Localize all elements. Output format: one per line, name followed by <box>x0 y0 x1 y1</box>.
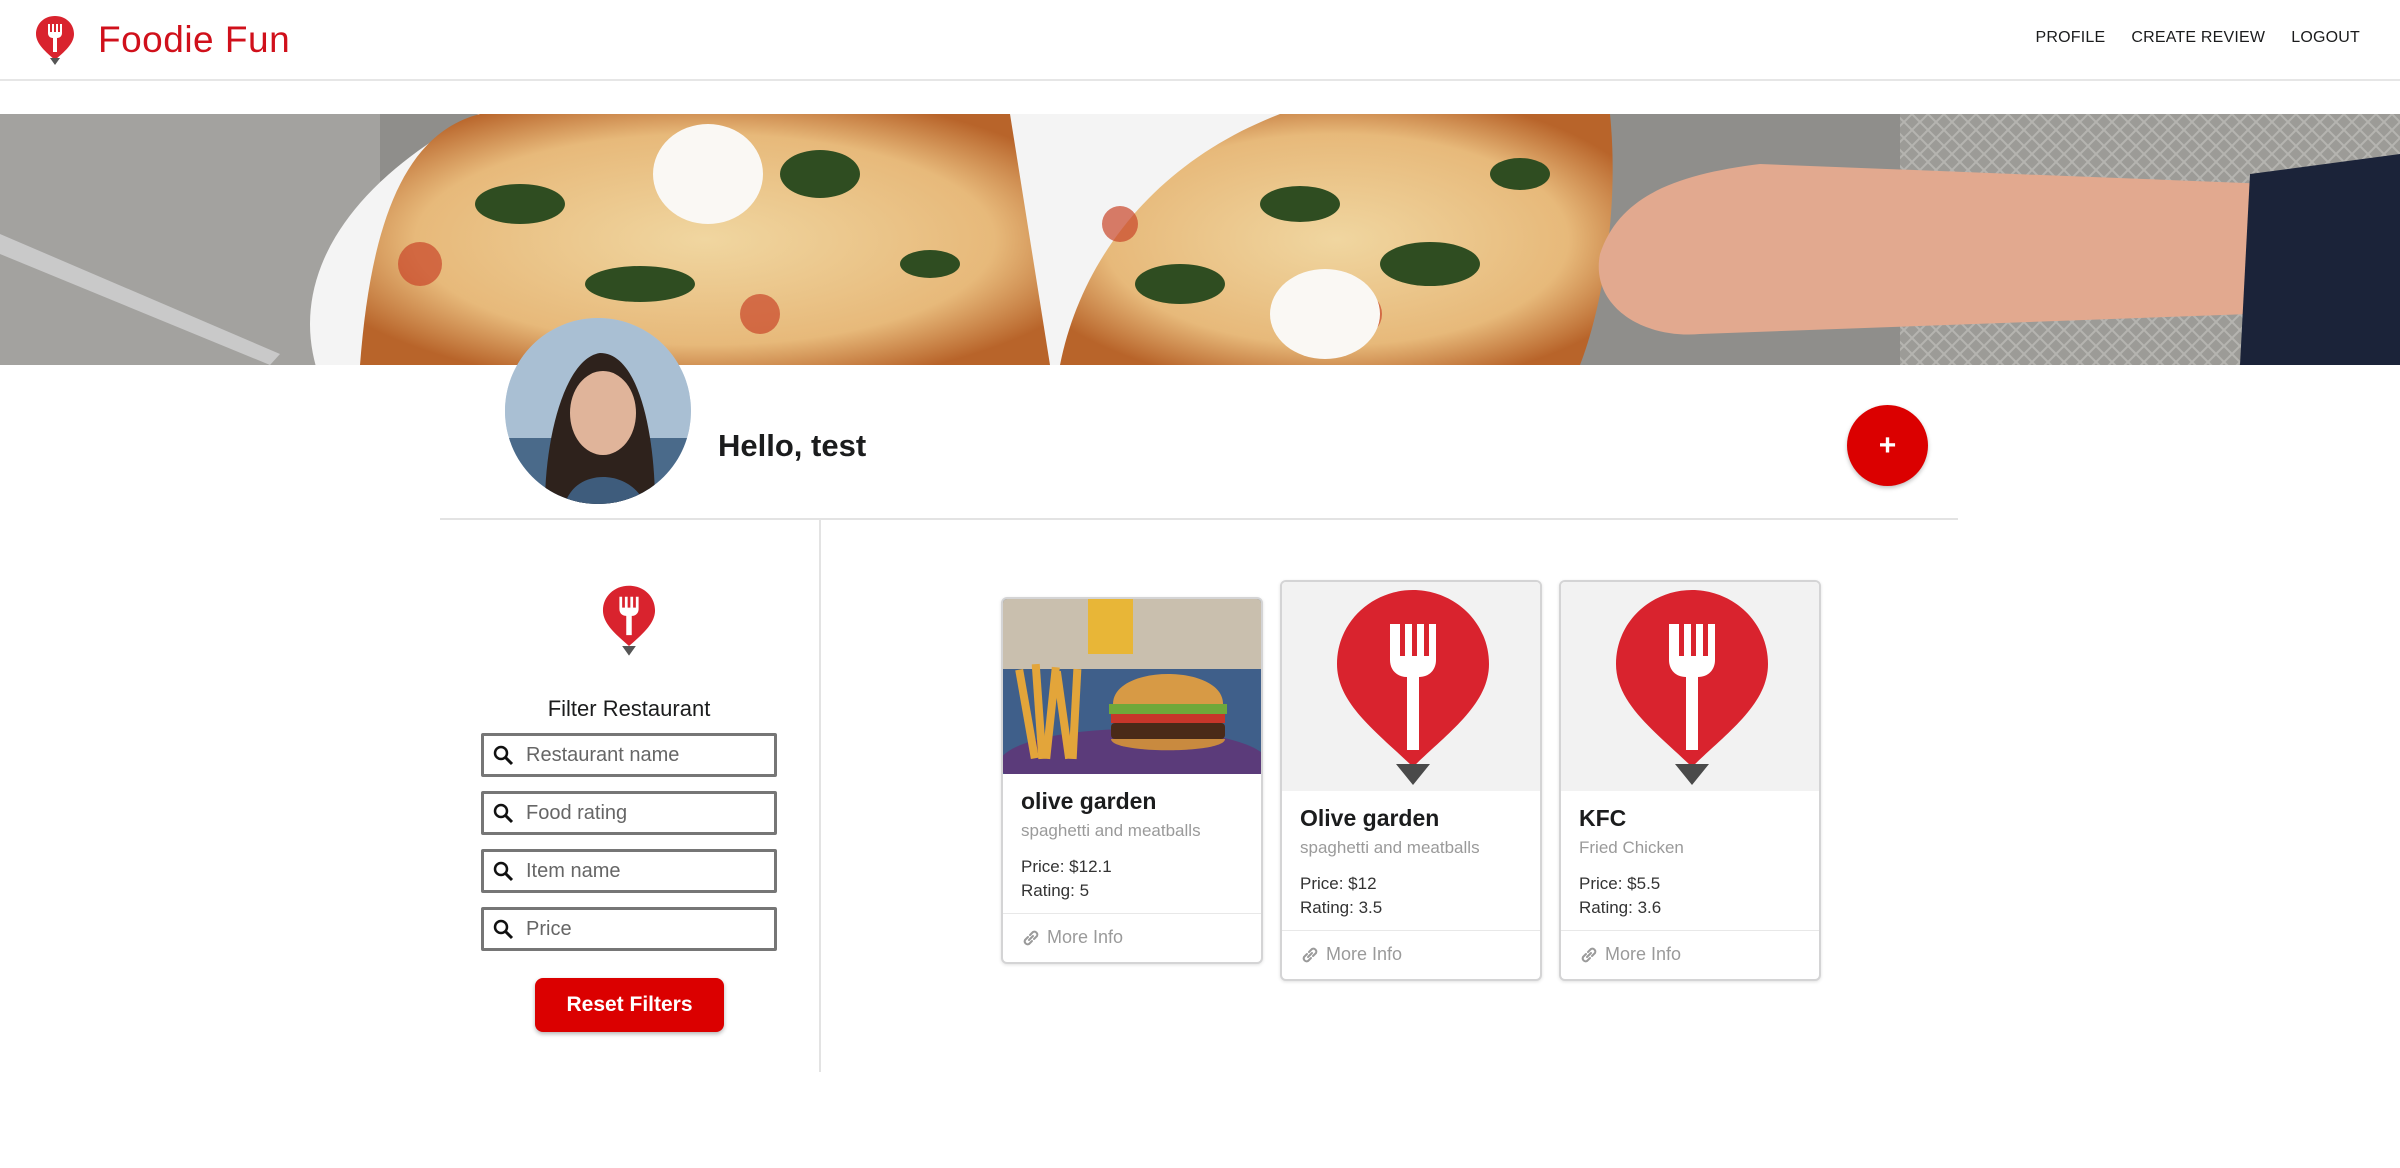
food-rating-input[interactable] <box>524 800 768 826</box>
rating-text: Rating: 3.5 <box>1300 898 1383 917</box>
more-info-link[interactable]: More Info <box>1282 930 1540 979</box>
foodie-logo-icon <box>602 585 656 656</box>
card-content: Olive garden spaghetti and meatballs Pri… <box>1282 791 1540 930</box>
card-description: Price: $5.5 Rating: 3.6 <box>1579 872 1801 920</box>
item-name-field[interactable] <box>481 849 777 893</box>
nav-profile-link[interactable]: PROFILE <box>2035 29 2105 47</box>
card-content: KFC Fried Chicken Price: $5.5 Rating: 3.… <box>1561 791 1819 930</box>
food-rating-field[interactable] <box>481 791 777 835</box>
greeting-heading: Hello, test <box>718 428 867 463</box>
foodie-logo-image <box>1561 582 1819 791</box>
restaurant-card[interactable]: KFC Fried Chicken Price: $5.5 Rating: 3.… <box>1559 580 1821 981</box>
restaurant-name: Olive garden <box>1300 805 1440 831</box>
food-item: spaghetti and meatballs <box>1300 838 1480 857</box>
restaurant-name-input[interactable] <box>524 742 768 768</box>
foodie-logo-icon <box>36 16 74 65</box>
search-icon <box>493 745 514 766</box>
filter-title: Filter Restaurant <box>547 696 711 721</box>
restaurant-name-field[interactable] <box>481 733 777 777</box>
more-info-label: More Info <box>1605 944 1682 964</box>
price-text: Price: $5.5 <box>1579 874 1661 893</box>
restaurant-card[interactable]: olive garden spaghetti and meatballs Pri… <box>1001 597 1263 964</box>
card-content: olive garden spaghetti and meatballs Pri… <box>1003 774 1261 913</box>
more-info-link[interactable]: More Info <box>1561 930 1819 979</box>
search-icon <box>493 803 514 824</box>
nav-links: PROFILE CREATE REVIEW LOGOUT <box>2035 29 2360 47</box>
price-input[interactable] <box>524 916 768 942</box>
link-icon <box>1302 947 1318 962</box>
hero-banner-image <box>0 114 2400 365</box>
link-icon <box>1023 930 1039 945</box>
burger-photo <box>1003 599 1261 774</box>
nav-create-review-link[interactable]: CREATE REVIEW <box>2131 29 2265 47</box>
price-field[interactable] <box>481 907 777 951</box>
item-name-input[interactable] <box>524 858 768 884</box>
restaurant-card[interactable]: Olive garden spaghetti and meatballs Pri… <box>1280 580 1542 981</box>
more-info-label: More Info <box>1326 944 1403 964</box>
card-description: Price: $12 Rating: 3.5 <box>1300 872 1522 920</box>
nav-logout-link[interactable]: LOGOUT <box>2291 29 2360 47</box>
card-description: Price: $12.1 Rating: 5 <box>1021 855 1243 903</box>
rating-text: Rating: 3.6 <box>1579 898 1662 917</box>
user-avatar <box>505 318 691 504</box>
reset-filters-button[interactable]: Reset Filters <box>535 978 724 1032</box>
search-icon <box>493 861 514 882</box>
sidebar-divider <box>819 520 821 1072</box>
search-icon <box>493 919 514 940</box>
restaurant-name: olive garden <box>1021 788 1157 814</box>
add-review-button[interactable]: + <box>1847 405 1928 486</box>
foodie-logo-image <box>1282 582 1540 791</box>
more-info-label: More Info <box>1047 927 1124 947</box>
price-text: Price: $12.1 <box>1021 857 1112 876</box>
profile-divider <box>440 518 1958 520</box>
link-icon <box>1581 947 1597 962</box>
price-text: Price: $12 <box>1300 874 1377 893</box>
brand-home-link[interactable]: Foodie Fun <box>34 14 290 66</box>
food-item: Fried Chicken <box>1579 838 1684 857</box>
brand-name: Foodie Fun <box>98 19 291 60</box>
top-navbar: Foodie Fun PROFILE CREATE REVIEW LOGOUT <box>0 0 2400 81</box>
more-info-link[interactable]: More Info <box>1003 913 1261 962</box>
food-item: spaghetti and meatballs <box>1021 821 1201 840</box>
restaurant-name: KFC <box>1579 805 1627 831</box>
rating-text: Rating: 5 <box>1021 881 1090 900</box>
